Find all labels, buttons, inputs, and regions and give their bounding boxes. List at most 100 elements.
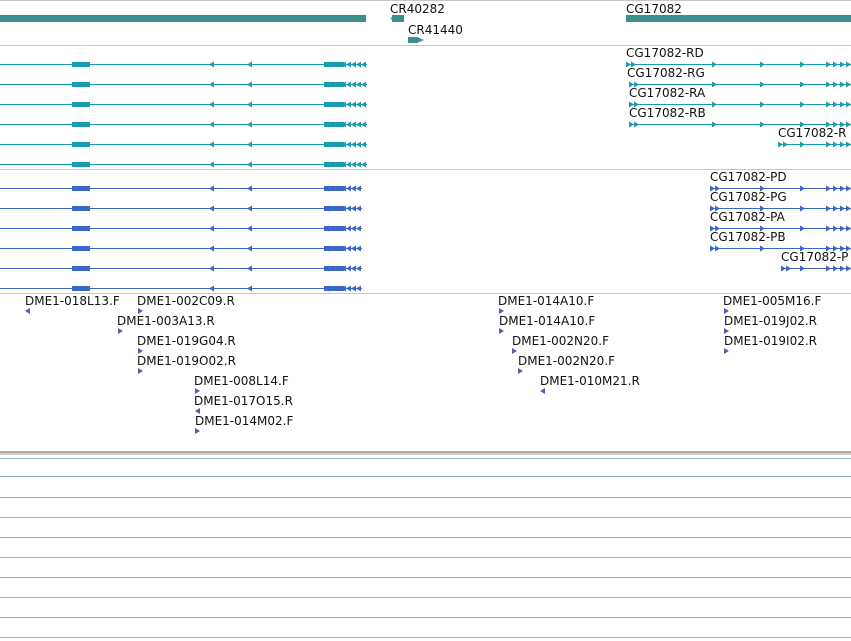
strand-arrow xyxy=(361,141,366,148)
clone-marker[interactable] xyxy=(724,348,729,354)
gene-bar-cg17082[interactable] xyxy=(626,15,851,22)
strand-arrow xyxy=(247,81,252,88)
clone-marker[interactable] xyxy=(118,328,123,334)
model-row[interactable] xyxy=(0,245,851,252)
strand-arrow xyxy=(800,265,805,272)
clone-label[interactable]: DME1-017O15.R xyxy=(194,395,293,408)
model-row[interactable] xyxy=(0,61,851,68)
clone-marker[interactable] xyxy=(138,368,143,374)
gene-arrow-cr41440 xyxy=(417,37,424,43)
transcript-track: CG17082-RD CG17082-RG CG17082-RA CG17082… xyxy=(0,45,851,169)
clone-label[interactable]: DME1-014A10.F xyxy=(499,315,595,328)
strand-arrow xyxy=(361,101,366,108)
grid-line xyxy=(0,497,851,498)
clone-label[interactable]: DME1-002C09.R xyxy=(137,295,235,308)
strand-arrow xyxy=(840,101,845,108)
transcript-label[interactable]: CG17082-RG xyxy=(627,67,705,80)
grid-line xyxy=(0,597,851,598)
strand-arrow xyxy=(846,121,851,128)
clone-label[interactable]: DME1-002N20.F xyxy=(518,355,615,368)
strand-arrow xyxy=(356,161,361,168)
grid-line xyxy=(0,637,851,638)
clone-label[interactable]: DME1-018L13.F xyxy=(25,295,120,308)
gene-label-cr40282[interactable]: CR40282 xyxy=(390,3,445,16)
strand-arrow xyxy=(826,141,831,148)
clone-marker[interactable] xyxy=(499,328,504,334)
protein-label[interactable]: CG17082-PB xyxy=(710,231,786,244)
clone-label[interactable]: DME1-019O02.R xyxy=(137,355,236,368)
strand-arrow xyxy=(209,265,214,272)
transcript-label[interactable]: CG17082-RD xyxy=(626,47,704,60)
clone-marker[interactable] xyxy=(512,348,517,354)
strand-arrow xyxy=(351,265,356,272)
model-row[interactable] xyxy=(0,81,851,88)
clone-label[interactable]: DME1-019I02.R xyxy=(724,335,817,348)
gene-bar-cr41440[interactable] xyxy=(408,37,418,43)
gene-track: CR40282 CR41440 CG17082 xyxy=(0,0,851,45)
gene-bar-left[interactable] xyxy=(0,15,366,22)
grid-line xyxy=(0,577,851,578)
clone-label[interactable]: DME1-005M16.F xyxy=(723,295,821,308)
strand-arrow xyxy=(209,101,214,108)
strand-arrow xyxy=(247,121,252,128)
gene-label-cr41440[interactable]: CR41440 xyxy=(408,24,463,37)
transcript-label[interactable]: CG17082-RA xyxy=(629,87,705,100)
strand-arrow xyxy=(361,81,366,88)
strand-arrow xyxy=(846,205,851,212)
strand-arrow xyxy=(833,185,838,192)
clone-marker[interactable] xyxy=(195,428,200,434)
clone-label[interactable]: DME1-014M02.F xyxy=(195,415,293,428)
strand-arrow xyxy=(846,225,851,232)
clone-label[interactable]: DME1-010M21.R xyxy=(540,375,640,388)
strand-arrow xyxy=(209,285,214,292)
protein-label[interactable]: CG17082-PG xyxy=(710,191,787,204)
clone-marker[interactable] xyxy=(25,308,30,314)
strand-arrow xyxy=(840,61,845,68)
protein-track: CG17082-PD CG17082-PG CG17082-PA CG17082… xyxy=(0,169,851,293)
model-row[interactable] xyxy=(0,101,851,108)
transcript-label[interactable]: CG17082-R xyxy=(778,127,847,140)
model-row[interactable] xyxy=(0,285,362,292)
strand-arrow xyxy=(247,265,252,272)
strand-arrow xyxy=(356,101,361,108)
strand-arrow xyxy=(361,121,366,128)
strand-arrow xyxy=(346,265,351,272)
strand-arrow xyxy=(800,101,805,108)
clone-label[interactable]: DME1-008L14.F xyxy=(194,375,289,388)
strand-arrow xyxy=(826,185,831,192)
model-row[interactable] xyxy=(0,121,851,128)
clone-marker[interactable] xyxy=(540,388,545,394)
strand-arrow xyxy=(846,61,851,68)
model-row[interactable] xyxy=(0,265,851,272)
strand-arrow xyxy=(346,121,351,128)
model-row[interactable] xyxy=(0,161,367,168)
strand-arrow xyxy=(346,285,351,292)
gene-label-cg17082[interactable]: CG17082 xyxy=(626,3,682,16)
strand-arrow xyxy=(760,61,765,68)
transcript-label[interactable]: CG17082-RB xyxy=(629,107,706,120)
strand-arrow xyxy=(356,245,361,252)
strand-arrow xyxy=(712,61,717,68)
clone-label[interactable]: DME1-019J02.R xyxy=(724,315,817,328)
protein-label[interactable]: CG17082-PD xyxy=(710,171,787,184)
strand-arrow xyxy=(715,245,720,252)
strand-arrow xyxy=(361,61,366,68)
clone-label[interactable]: DME1-003A13.R xyxy=(117,315,215,328)
strand-arrow xyxy=(351,161,356,168)
strand-arrow xyxy=(800,141,805,148)
strand-arrow xyxy=(846,265,851,272)
strand-arrow xyxy=(846,81,851,88)
clone-label[interactable]: DME1-019G04.R xyxy=(137,335,236,348)
protein-label[interactable]: CG17082-PA xyxy=(710,211,785,224)
clone-marker[interactable] xyxy=(518,368,523,374)
strand-arrow xyxy=(833,205,838,212)
strand-arrow xyxy=(351,81,356,88)
clone-label[interactable]: DME1-002N20.F xyxy=(512,335,609,348)
strand-arrow xyxy=(840,205,845,212)
strand-arrow xyxy=(209,81,214,88)
protein-label[interactable]: CG17082-P xyxy=(781,251,848,264)
clone-label[interactable]: DME1-014A10.F xyxy=(498,295,594,308)
strand-arrow xyxy=(710,245,715,252)
model-row[interactable] xyxy=(0,141,851,148)
strand-arrow xyxy=(356,265,361,272)
